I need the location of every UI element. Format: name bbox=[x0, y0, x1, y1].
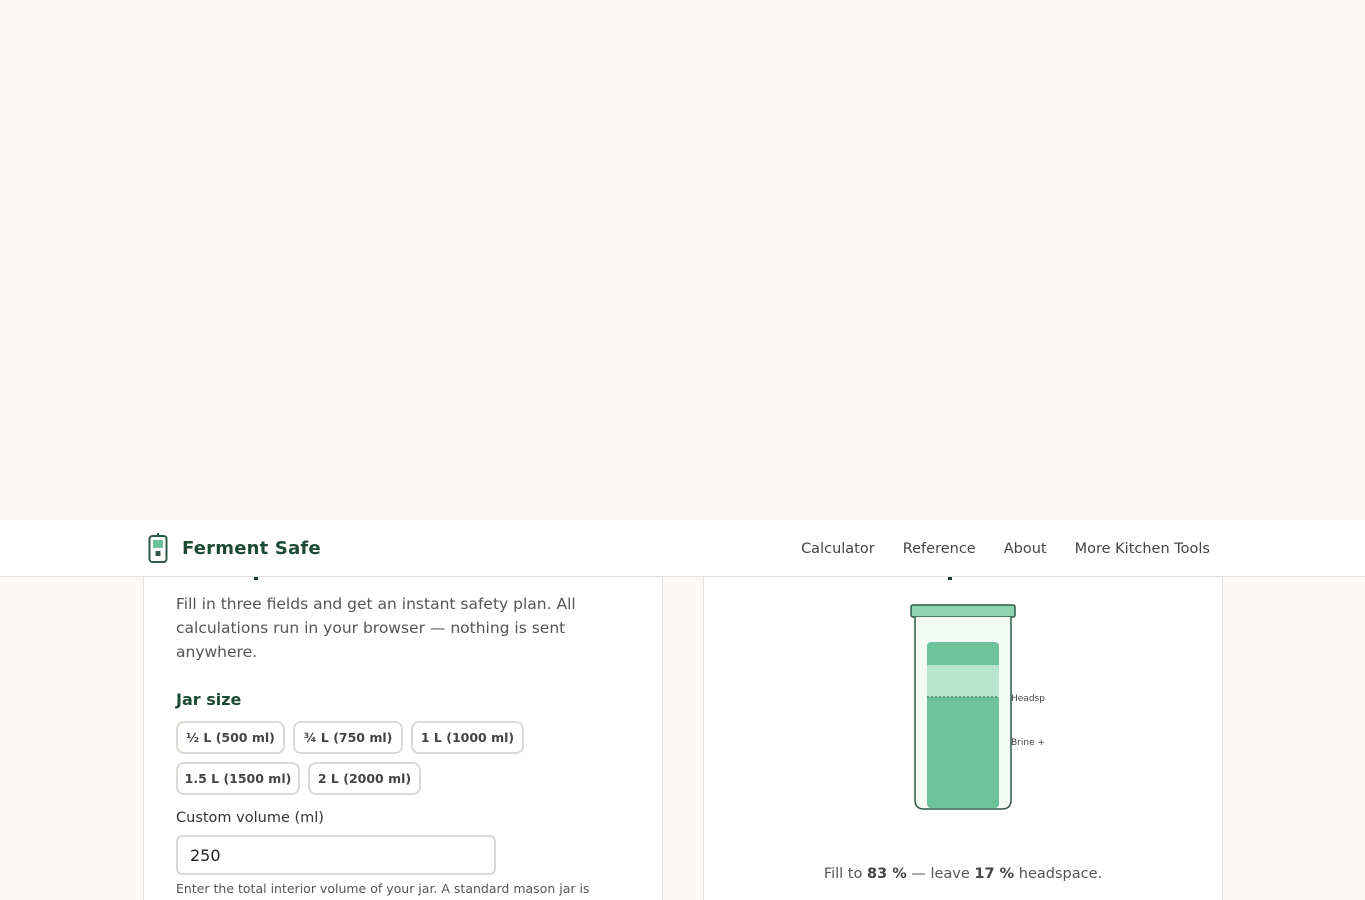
jar-diagram: Headsp Brine + bbox=[910, 604, 1045, 810]
intro-text: Fill in three fields and get an instant … bbox=[176, 595, 576, 661]
jar-option-2000[interactable]: 2 L (2000 ml) bbox=[308, 762, 421, 795]
nav-more-kitchen-tools[interactable]: More Kitchen Tools bbox=[1075, 541, 1210, 557]
brand[interactable]: Ferment Safe bbox=[148, 532, 321, 564]
brine-label: Brine + bbox=[1011, 738, 1045, 748]
fill-prefix: Fill to bbox=[823, 866, 863, 882]
heading-remnant bbox=[254, 577, 260, 581]
fill-suffix: headspace. bbox=[1018, 866, 1103, 882]
fill-mid: — leave bbox=[911, 866, 970, 882]
nav-calculator[interactable]: Calculator bbox=[801, 541, 875, 557]
headspace-label: Headsp bbox=[1011, 694, 1045, 704]
headspace-zone bbox=[927, 665, 999, 697]
main-nav: Calculator Reference About More Kitchen … bbox=[801, 520, 1210, 577]
jar-option-500[interactable]: ½ L (500 ml) bbox=[176, 721, 285, 754]
nav-about[interactable]: About bbox=[1004, 541, 1047, 557]
custom-volume-input[interactable] bbox=[176, 835, 496, 875]
fill-percent: 83 % bbox=[866, 866, 907, 882]
custom-volume-label: Custom volume (ml) bbox=[176, 810, 324, 826]
jar-logo-icon bbox=[148, 533, 168, 563]
nav-reference[interactable]: Reference bbox=[903, 541, 976, 557]
jar-option-1000[interactable]: 1 L (1000 ml) bbox=[411, 721, 524, 754]
heading-remnant-right bbox=[948, 577, 954, 581]
site-header: Ferment Safe Calculator Reference About … bbox=[0, 520, 1365, 577]
fill-summary: Fill to 83 % — leave 17 % headspace. bbox=[703, 866, 1223, 882]
headspace-percent: 17 % bbox=[974, 866, 1015, 882]
jar-option-750[interactable]: ¾ L (750 ml) bbox=[293, 721, 403, 754]
jar-option-1500[interactable]: 1.5 L (1500 ml) bbox=[176, 762, 300, 795]
brand-name: Ferment Safe bbox=[182, 537, 321, 559]
custom-volume-hint: Enter the total interior volume of your … bbox=[176, 881, 590, 896]
jar-size-label: Jar size bbox=[176, 690, 242, 709]
jar-lid bbox=[910, 604, 1016, 618]
